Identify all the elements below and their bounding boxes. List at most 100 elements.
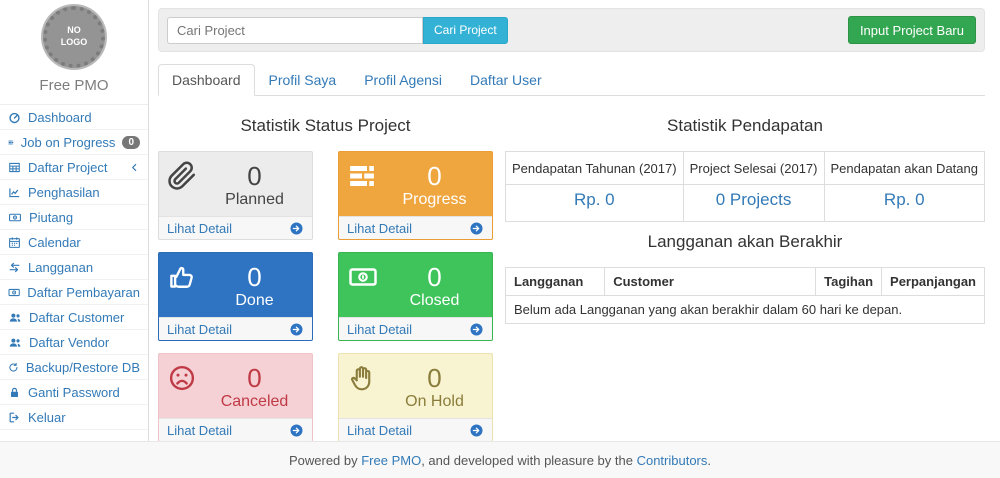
- col-customer: Customer: [605, 268, 816, 296]
- sidebar-item-calendar[interactable]: Calendar: [0, 230, 148, 255]
- income-section-title: Statistik Pendapatan: [505, 116, 985, 136]
- users-icon: [8, 336, 22, 349]
- onhold-count: 0: [427, 364, 441, 393]
- input-project-baru-button[interactable]: Input Project Baru: [848, 16, 976, 44]
- tab-bar: Dashboard Profil Saya Profil Agensi Daft…: [158, 64, 985, 96]
- sidebar-item-piutang[interactable]: Piutang: [0, 205, 148, 230]
- planned-detail-link[interactable]: Lihat Detail: [159, 216, 312, 239]
- sidebar-item-job-on-progress[interactable]: Job on Progress0: [0, 130, 148, 155]
- onhold-detail-link[interactable]: Lihat Detail: [339, 418, 492, 441]
- exchange-icon: [8, 261, 21, 274]
- sign-out-icon: [8, 411, 21, 424]
- footer-text: Powered by Free PMO, and developed with …: [289, 453, 711, 468]
- search-toolbar: Cari Project Input Project Baru: [158, 8, 985, 52]
- stat-label-pendapatan-akan-datang: Pendapatan akan Datang: [824, 152, 985, 185]
- subscription-empty-message: Belum ada Langganan yang akan berakhir d…: [506, 296, 985, 324]
- status-cards: 0 Planned Lihat Detail 0 Progre: [158, 151, 493, 442]
- canceled-label: Canceled: [221, 392, 289, 411]
- hand-paper-icon: [347, 363, 377, 393]
- sidebar-item-daftar-pembayaran[interactable]: Daftar Pembayaran: [0, 280, 148, 305]
- job-count-badge: 0: [122, 136, 140, 149]
- arrow-circle-right-icon: [469, 221, 484, 236]
- col-perpanjangan: Perpanjangan: [882, 268, 985, 296]
- arrow-circle-right-icon: [469, 423, 484, 438]
- search-input[interactable]: [167, 17, 423, 44]
- stat-value-project-selesai: 0 Projects: [683, 185, 824, 222]
- planned-count: 0: [247, 162, 261, 191]
- dashboard-icon: [8, 111, 21, 124]
- card-canceled: 0 Canceled Lihat Detail: [158, 353, 313, 442]
- money-icon: [8, 211, 22, 224]
- tasks-icon: [347, 161, 377, 191]
- card-on-hold: 0 On Hold Lihat Detail: [338, 353, 493, 442]
- sidebar-item-daftar-customer[interactable]: Daftar Customer: [0, 305, 148, 330]
- brand-name: Free PMO: [0, 77, 148, 94]
- col-tagihan: Tagihan: [816, 268, 882, 296]
- done-count: 0: [247, 263, 261, 292]
- stat-label-pendapatan-tahunan: Pendapatan Tahunan (2017): [506, 152, 684, 185]
- arrow-circle-right-icon: [289, 221, 304, 236]
- card-progress: 0 Progress Lihat Detail: [338, 151, 493, 240]
- arrow-circle-right-icon: [289, 322, 304, 337]
- tab-dashboard[interactable]: Dashboard: [158, 64, 255, 96]
- thumbs-up-icon: [167, 262, 197, 292]
- paperclip-icon: [167, 161, 197, 191]
- money-icon: [8, 286, 20, 299]
- card-done: 0 Done Lihat Detail: [158, 252, 313, 341]
- closed-count: 0: [427, 263, 441, 292]
- sidebar-item-penghasilan[interactable]: Penghasilan: [0, 180, 148, 205]
- sidebar-item-langganan[interactable]: Langganan: [0, 255, 148, 280]
- logo-wrap: NO LOGO: [0, 0, 148, 68]
- stat-label-project-selesai: Project Selesai (2017): [683, 152, 824, 185]
- tab-profil-saya[interactable]: Profil Saya: [255, 64, 351, 96]
- onhold-label: On Hold: [405, 392, 464, 411]
- status-section-title: Statistik Status Project: [158, 116, 493, 136]
- arrow-circle-right-icon: [289, 423, 304, 438]
- sidebar-item-backup-restore-db[interactable]: Backup/Restore DB: [0, 355, 148, 380]
- canceled-detail-link[interactable]: Lihat Detail: [159, 418, 312, 441]
- free-pmo-link[interactable]: Free PMO: [361, 453, 421, 468]
- card-closed: 0 Closed Lihat Detail: [338, 252, 493, 341]
- subscription-section-title: Langganan akan Berakhir: [505, 232, 985, 252]
- frown-icon: [167, 363, 197, 393]
- no-logo-badge: NO LOGO: [43, 6, 105, 68]
- main-content: Cari Project Input Project Baru Dashboar…: [150, 0, 1000, 441]
- arrow-circle-right-icon: [469, 322, 484, 337]
- line-chart-icon: [8, 186, 21, 199]
- search-button[interactable]: Cari Project: [423, 17, 508, 44]
- done-detail-link[interactable]: Lihat Detail: [159, 317, 312, 340]
- closed-label: Closed: [410, 291, 460, 310]
- sidebar: NO LOGO Free PMO Dashboard Job on Progre…: [0, 0, 149, 441]
- card-planned: 0 Planned Lihat Detail: [158, 151, 313, 240]
- subscription-section: Langganan akan Berakhir Langganan Custom…: [505, 232, 985, 324]
- sidebar-item-daftar-vendor[interactable]: Daftar Vendor: [0, 330, 148, 355]
- col-langganan: Langganan: [506, 268, 605, 296]
- users-icon: [8, 311, 22, 324]
- tab-profil-agensi[interactable]: Profil Agensi: [350, 64, 456, 96]
- money-icon: [347, 262, 379, 292]
- income-section: Statistik Pendapatan Pendapatan Tahunan …: [505, 111, 985, 442]
- progress-label: Progress: [402, 190, 466, 209]
- refresh-icon: [8, 361, 19, 374]
- sidebar-item-daftar-project[interactable]: Daftar Project: [0, 155, 148, 180]
- closed-detail-link[interactable]: Lihat Detail: [339, 317, 492, 340]
- planned-label: Planned: [225, 190, 284, 209]
- sidebar-item-keluar[interactable]: Keluar: [0, 405, 148, 430]
- progress-detail-link[interactable]: Lihat Detail: [339, 216, 492, 239]
- tasks-icon: [8, 136, 14, 149]
- lock-icon: [8, 386, 21, 399]
- subscription-table: Langganan Customer Tagihan Perpanjangan …: [505, 267, 985, 324]
- status-section: Statistik Status Project 0 Planned Lihat…: [158, 111, 493, 442]
- progress-count: 0: [427, 162, 441, 191]
- sidebar-item-dashboard[interactable]: Dashboard: [0, 105, 148, 130]
- stat-value-pendapatan-tahunan: Rp. 0: [506, 185, 684, 222]
- calendar-icon: [8, 236, 21, 249]
- page-footer: Powered by Free PMO, and developed with …: [0, 441, 1000, 478]
- chevron-left-icon: [129, 162, 140, 173]
- contributors-link[interactable]: Contributors: [637, 453, 708, 468]
- sidebar-item-ganti-password[interactable]: Ganti Password: [0, 380, 148, 405]
- done-label: Done: [235, 291, 273, 310]
- income-stats-table: Pendapatan Tahunan (2017) Project Selesa…: [505, 151, 985, 222]
- tab-daftar-user[interactable]: Daftar User: [456, 64, 556, 96]
- stat-value-pendapatan-akan-datang: Rp. 0: [824, 185, 985, 222]
